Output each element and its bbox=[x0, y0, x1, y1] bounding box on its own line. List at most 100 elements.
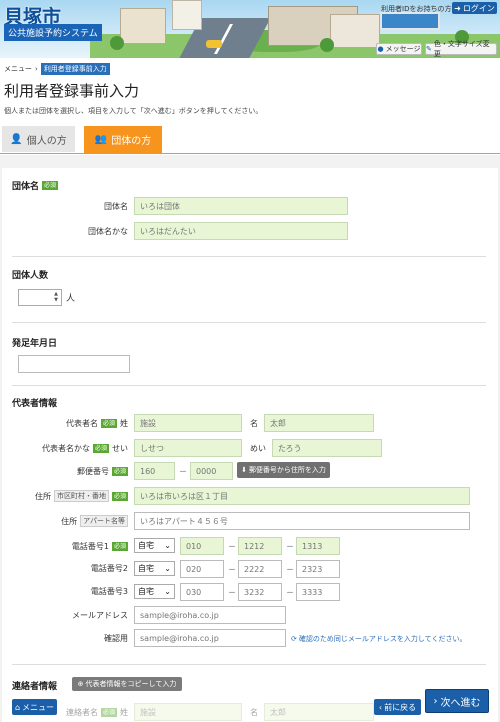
section-title: 団体人数 bbox=[12, 271, 49, 281]
zip1-input[interactable] bbox=[134, 462, 175, 480]
zip-lookup-label: 郵便番号から住所を入力 bbox=[248, 466, 326, 474]
zip-lookup-button[interactable]: ⬇ 郵便番号から住所を入力 bbox=[237, 462, 330, 478]
address2-tag: アパート名等 bbox=[80, 515, 128, 527]
zip-dash: － bbox=[179, 467, 187, 476]
breadcrumb: メニュー › 利用者登録事前入力 bbox=[4, 63, 110, 75]
group-name-input[interactable] bbox=[134, 197, 348, 215]
banner-car bbox=[206, 40, 222, 48]
phone3-part1[interactable] bbox=[180, 583, 224, 601]
message-label: メッセージ bbox=[385, 45, 421, 53]
rep-mei-kana-input[interactable] bbox=[272, 439, 382, 457]
rep-kana-label: 代表者名かな 必須 せい bbox=[41, 443, 128, 453]
phone3-label: 電話番号3 bbox=[90, 586, 128, 596]
login-icon: ➜ bbox=[454, 3, 461, 13]
tab-personal[interactable]: 👤 個人の方 bbox=[2, 126, 75, 152]
phone1-type-select[interactable]: 自宅 ⌄ bbox=[134, 538, 175, 553]
rep-sei-kana-input[interactable] bbox=[134, 439, 242, 457]
chevron-down-icon: ⌄ bbox=[164, 564, 171, 573]
chevron-left-icon: ‹ bbox=[378, 702, 383, 712]
chat-icon: ● bbox=[377, 45, 384, 53]
required-badge: 必須 bbox=[100, 707, 117, 717]
phone3-part2[interactable] bbox=[238, 583, 282, 601]
phone2-type-select[interactable]: 自宅 ⌄ bbox=[134, 561, 175, 576]
phone3-type-select[interactable]: 自宅 ⌄ bbox=[134, 584, 175, 599]
section-contact: 連絡者情報 bbox=[12, 679, 57, 692]
phone-dash: － bbox=[228, 542, 236, 551]
phone2-label: 電話番号2 bbox=[90, 563, 128, 573]
phone1-part3[interactable] bbox=[296, 537, 340, 555]
login-button[interactable]: ➜ ログイン bbox=[452, 2, 497, 14]
menu-button[interactable]: ⌂ メニュー bbox=[12, 699, 57, 715]
breadcrumb-current: 利用者登録事前入力 bbox=[40, 63, 110, 75]
next-button[interactable]: › 次へ進む bbox=[425, 689, 489, 713]
stepper-arrows[interactable]: ▲ ▼ bbox=[52, 291, 60, 304]
page-title: 利用者登録事前入力 bbox=[4, 82, 140, 100]
divider bbox=[12, 664, 486, 665]
confirm-note: ⟳ 確認のため同じメールアドレスを入力してください。 bbox=[291, 634, 466, 644]
contact-sei-input[interactable] bbox=[134, 703, 242, 721]
address1-input[interactable] bbox=[134, 487, 470, 505]
copy-rep-button[interactable]: ⊕ 代表者情報をコピーして入力 bbox=[72, 677, 182, 691]
phone1-part1[interactable] bbox=[180, 537, 224, 555]
menu-label: メニュー bbox=[22, 702, 55, 712]
section-title: 代表者情報 bbox=[12, 399, 58, 409]
rep-sei-input[interactable] bbox=[134, 414, 242, 432]
phone1-part2[interactable] bbox=[238, 537, 282, 555]
confirm-note-text: 確認のため同じメールアドレスを入力してください。 bbox=[298, 635, 467, 643]
banner-tree bbox=[110, 36, 124, 50]
email-input[interactable] bbox=[134, 606, 286, 624]
tab-group-label: 団体の方 bbox=[111, 136, 152, 147]
phone2-part2[interactable] bbox=[238, 560, 282, 578]
back-button[interactable]: ‹ 前に戻る bbox=[374, 699, 421, 715]
phone3-part3[interactable] bbox=[296, 583, 340, 601]
tab-group[interactable]: 👥 団体の方 bbox=[84, 126, 162, 153]
member-count-stepper[interactable]: ▲ ▼ bbox=[18, 289, 62, 306]
contact-mei-input[interactable] bbox=[264, 703, 374, 721]
zip2-input[interactable] bbox=[190, 462, 233, 480]
email-label: メールアドレス bbox=[72, 610, 128, 620]
address1-label: 住所 市区町村・番地 必須 bbox=[34, 490, 128, 502]
rep-mei-input[interactable] bbox=[264, 414, 374, 432]
font-size-label: 色・文字サイズ変更 bbox=[433, 40, 490, 58]
home-icon: ⌂ bbox=[14, 702, 21, 712]
banner-building bbox=[330, 14, 380, 48]
info-icon: ⟳ bbox=[291, 635, 297, 643]
download-icon: ⬇ bbox=[241, 466, 247, 474]
banner-pool bbox=[380, 12, 440, 30]
message-button[interactable]: ● メッセージ bbox=[376, 43, 422, 55]
email-confirm-input[interactable] bbox=[134, 629, 286, 647]
group-kana-input[interactable] bbox=[134, 222, 348, 240]
rep-mei-label: 名 bbox=[250, 418, 258, 428]
section-members: 団体人数 bbox=[12, 268, 48, 281]
address2-input[interactable] bbox=[134, 512, 470, 530]
chevron-right-icon: › bbox=[433, 695, 438, 707]
address2-label: 住所 アパート名等 bbox=[10, 512, 128, 530]
zip-label: 郵便番号 必須 bbox=[76, 466, 128, 476]
tab-underline bbox=[0, 153, 500, 154]
divider bbox=[12, 322, 486, 323]
required-badge: 必須 bbox=[100, 418, 117, 428]
phone-dash: － bbox=[228, 565, 236, 574]
pencil-icon: ✎ bbox=[426, 45, 432, 53]
group-name-label: 団体名 bbox=[104, 201, 128, 211]
person-icon: 👤 bbox=[10, 133, 23, 145]
font-size-button[interactable]: ✎ 色・文字サイズ変更 bbox=[425, 40, 497, 58]
required-badge: 必須 bbox=[111, 541, 128, 551]
copy-icon: ⊕ bbox=[77, 680, 84, 688]
back-label: 前に戻る bbox=[384, 702, 417, 712]
rep-name-label: 代表者名 必須姓 bbox=[65, 418, 128, 428]
rep-mei-kana-label: めい bbox=[250, 443, 266, 453]
phone2-part3[interactable] bbox=[296, 560, 340, 578]
login-label: ログイン bbox=[462, 3, 495, 13]
phone1-label: 電話番号1 必須 bbox=[71, 541, 128, 551]
breadcrumb-menu[interactable]: メニュー bbox=[4, 64, 32, 74]
founded-date-input[interactable] bbox=[18, 355, 130, 373]
divider bbox=[12, 385, 486, 386]
member-unit: 人 bbox=[66, 294, 76, 304]
required-badge: 必須 bbox=[111, 466, 128, 476]
phone2-part1[interactable] bbox=[180, 560, 224, 578]
banner-building bbox=[120, 8, 166, 44]
id-holder-text: 利用者IDをお持ちの方 bbox=[381, 5, 452, 13]
group-icon: 👥 bbox=[94, 134, 108, 145]
tab-personal-label: 個人の方 bbox=[26, 135, 67, 147]
